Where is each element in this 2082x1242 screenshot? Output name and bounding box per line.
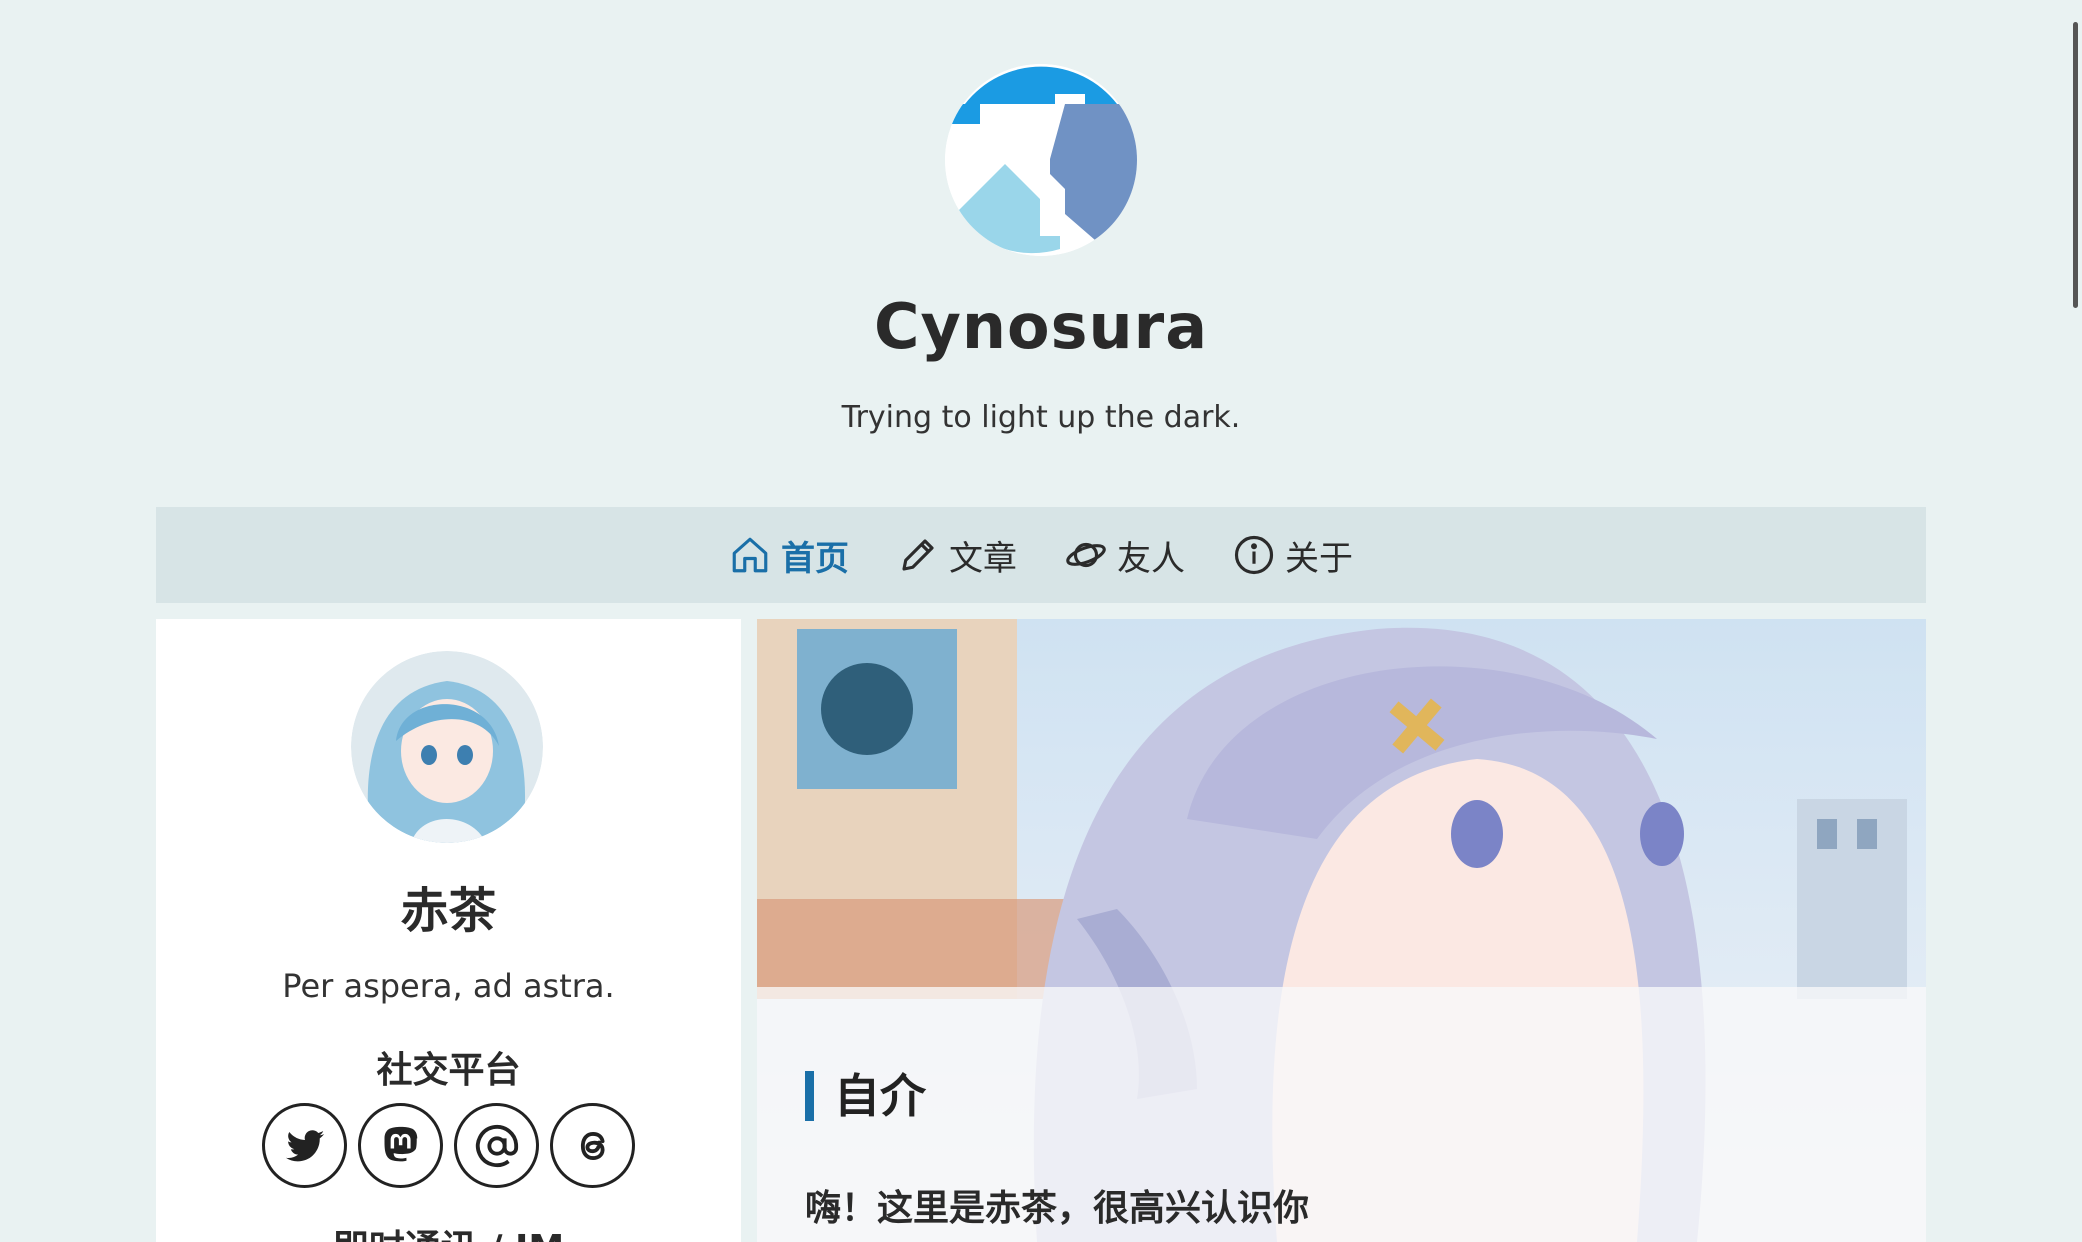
- nav-item-label: 友人: [1117, 538, 1185, 579]
- logo-image: [945, 64, 1137, 256]
- social-links: [262, 1103, 642, 1188]
- email-button[interactable]: [454, 1103, 539, 1188]
- nav-item-label: 文章: [949, 538, 1017, 579]
- threads-button[interactable]: [550, 1103, 635, 1188]
- mastodon-button[interactable]: [358, 1103, 443, 1188]
- scrollbar-thumb[interactable]: [2073, 22, 2078, 308]
- social-title: 社交平台: [376, 1050, 521, 1091]
- nav-item-friends[interactable]: 友人: [1065, 531, 1185, 580]
- mastodon-icon: [384, 1126, 417, 1161]
- planet-icon: [1066, 542, 1106, 568]
- intro-card: 自介 嗨！这里是赤茶，很高兴认识你: [757, 619, 1926, 1242]
- site-logo[interactable]: [945, 64, 1137, 256]
- at-icon: [475, 1124, 518, 1167]
- nav-item-articles[interactable]: 文章: [897, 531, 1017, 580]
- nav-item-label: 关于: [1285, 538, 1353, 579]
- info-icon: [1234, 535, 1274, 575]
- home-icon: [732, 537, 768, 573]
- intro-text: 嗨！这里是赤茶，很高兴认识你: [805, 1188, 1310, 1229]
- site-subtitle: Trying to light up the dark.: [841, 400, 1241, 435]
- main-nav: 首页 文章 友人 关于: [156, 507, 1926, 603]
- twitter-button[interactable]: [262, 1103, 347, 1188]
- profile-card: 赤茶 Per aspera, ad astra. 社交平台 即时通讯 / IM: [156, 619, 741, 1242]
- nav-item-label: 首页: [781, 538, 849, 579]
- avatar-image: [351, 651, 543, 843]
- nav-item-home[interactable]: 首页: [729, 531, 849, 580]
- site-title: Cynosura: [873, 290, 1209, 363]
- profile-motto: Per aspera, ad astra.: [282, 967, 615, 1005]
- twitter-icon: [285, 1129, 324, 1161]
- im-title: 即时通讯 / IM: [156, 1219, 741, 1242]
- section-title: 自介: [805, 1071, 926, 1121]
- threads-icon: [580, 1131, 604, 1160]
- pencil-icon: [902, 539, 934, 571]
- profile-name: 赤茶: [400, 883, 497, 939]
- avatar: [351, 651, 543, 843]
- nav-item-about[interactable]: 关于: [1233, 531, 1353, 580]
- page-scrollbar[interactable]: [2068, 0, 2082, 1242]
